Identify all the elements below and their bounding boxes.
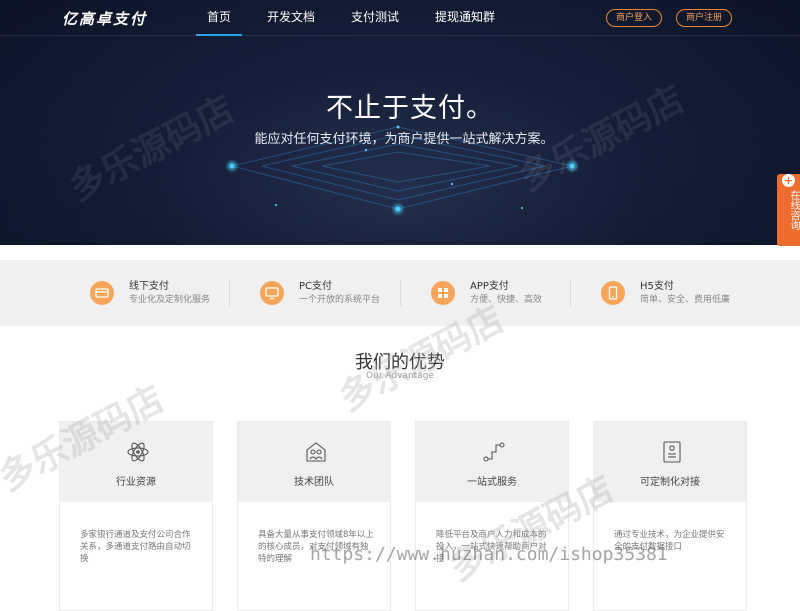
feature-desc: 一个开放的系统平台 xyxy=(299,295,381,305)
advantage-card-tech-team[interactable]: 技术团队 具备大量从事支付领域8年以上的核心成员，对支付领域有独特的理解 xyxy=(237,421,391,611)
divider xyxy=(229,280,230,306)
feature-title: 线下支付 xyxy=(129,281,169,292)
flow-icon xyxy=(483,442,505,462)
feature-pc-payment[interactable]: PC支付 一个开放的系统平台 xyxy=(260,260,380,326)
advantage-card-industry-resources[interactable]: 行业资源 多家银行通道及支付公司合作关系，多通道支付路由自动切换 xyxy=(59,421,213,611)
divider xyxy=(400,280,401,306)
nav-item-payment-test[interactable]: 支付测试 xyxy=(340,0,410,36)
feature-desc: 专业化及定制化服务 xyxy=(129,295,211,305)
plus-icon: + xyxy=(782,174,795,187)
divider xyxy=(570,280,571,306)
feature-offline-payment[interactable]: 线下支付 专业化及定制化服务 xyxy=(90,260,210,326)
nav-item-home[interactable]: 首页 xyxy=(196,0,243,36)
merchant-login-button[interactable]: 商户登入 xyxy=(606,9,663,27)
main-nav: 首页 开发文档 支付测试 提现通知群 xyxy=(196,0,520,36)
section-subtitle: Our Advantage xyxy=(366,371,434,381)
card-title: 一站式服务 xyxy=(467,477,517,488)
nav-item-dev-docs[interactable]: 开发文档 xyxy=(256,0,326,36)
nav-item-withdraw-group[interactable]: 提现通知群 xyxy=(424,0,506,36)
card-desc: 多家银行通道及支付公司合作关系，多通道支付路由自动切换 xyxy=(80,530,191,564)
advantage-card-custom-integration[interactable]: 可定制化对接 通过专业技术，为企业提供安全的支付数据接口 xyxy=(593,421,747,611)
merchant-register-button[interactable]: 商户注册 xyxy=(676,9,733,27)
team-icon xyxy=(306,442,326,462)
payment-features-strip: 线下支付 专业化及定制化服务 PC支付 一个开放的系统平台 APP支付 方便、快… xyxy=(0,260,800,326)
hero-subtitle: 能应对任何支付环境，为商户提供一站式解决方案。 xyxy=(254,132,554,147)
atom-icon xyxy=(127,442,149,462)
feature-title: H5支付 xyxy=(640,281,674,292)
card-title: 行业资源 xyxy=(116,477,156,488)
advantage-card-one-stop-service[interactable]: 一站式服务 降低平台及商户人力和成本的投入，一站式快速帮助商户对接 xyxy=(415,421,569,611)
document-icon xyxy=(663,441,681,463)
top-navigation-bar: 亿高卓支付 首页 开发文档 支付测试 提现通知群 商户登入 商户注册 xyxy=(0,0,800,36)
card-desc: 降低平台及商户人力和成本的投入，一站式快速帮助商户对接 xyxy=(436,530,547,564)
feature-h5-payment[interactable]: H5支付 简单、安全、费用低廉 xyxy=(601,260,730,326)
card-desc: 通过专业技术，为企业提供安全的支付数据接口 xyxy=(614,530,725,552)
feature-desc: 方便、快捷、高效 xyxy=(470,295,543,305)
card-title: 可定制化对接 xyxy=(640,477,700,488)
feature-desc: 简单、安全、费用低廉 xyxy=(640,295,731,305)
site-logo[interactable]: 亿高卓支付 xyxy=(62,8,147,29)
card-desc: 具备大量从事支付领域8年以上的核心成员，对支付领域有独特的理解 xyxy=(258,530,374,564)
hero-banner: 亿高卓支付 首页 开发文档 支付测试 提现通知群 商户登入 商户注册 不止于支付… xyxy=(0,0,800,245)
feature-app-payment[interactable]: APP支付 方便、快捷、高效 xyxy=(431,260,542,326)
mobile-icon xyxy=(601,281,625,305)
online-consult-tab[interactable]: + 在线咨询 xyxy=(777,174,800,246)
card-title: 技术团队 xyxy=(294,477,334,488)
monitor-icon xyxy=(260,281,284,305)
app-icon xyxy=(431,281,455,305)
online-consult-label: 在线咨询 xyxy=(788,190,799,230)
feature-title: APP支付 xyxy=(470,281,509,292)
store-icon xyxy=(90,281,114,305)
hero-title: 不止于支付。 xyxy=(326,93,494,124)
feature-title: PC支付 xyxy=(299,281,333,292)
